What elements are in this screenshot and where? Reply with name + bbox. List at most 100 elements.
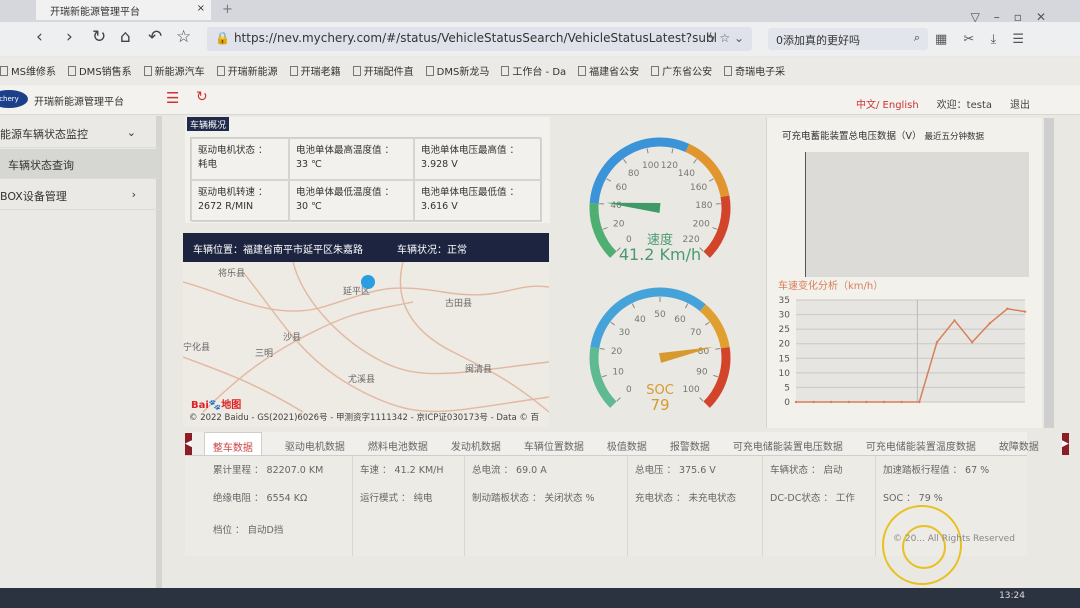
gauge-tick-label: 40 bbox=[634, 315, 646, 325]
data-point bbox=[830, 400, 833, 404]
address-bar[interactable]: 🔒 https://nev.mychery.com/#/status/Vehicl… bbox=[207, 27, 752, 51]
gauge-tick bbox=[606, 178, 612, 182]
voltage-subtitle: 最近五分钟数据 bbox=[924, 132, 985, 142]
bookmarks-bar: MS维修系 DMS销售系 新能源汽车 开瑞新能源 开瑞老籍 开瑞配件直 DMS新龙马 工作台 … bbox=[0, 58, 1080, 84]
gauge-band bbox=[699, 304, 730, 349]
tab-6[interactable]: 报警数据 bbox=[670, 432, 710, 455]
y-tick-label: 30 bbox=[779, 311, 791, 321]
home-icon[interactable]: ⌂ bbox=[120, 27, 131, 47]
refresh-icon[interactable]: ↻ bbox=[196, 89, 208, 105]
cell-value: 2672 R/MIN bbox=[198, 201, 254, 212]
page-icon bbox=[216, 66, 225, 76]
map-label: 将乐县 bbox=[218, 269, 246, 279]
chevron-right-icon: › bbox=[131, 188, 136, 201]
bookmark-item[interactable]: 开瑞配件直 bbox=[352, 63, 414, 84]
vehicle-data-item: 总电流 ： 69.0 A bbox=[472, 465, 547, 476]
sidebar-item-vehicle-monitor[interactable]: 能源车辆状态监控 ⌄ bbox=[0, 118, 160, 148]
tab-7[interactable]: 可充电储能装置电压数据 bbox=[733, 432, 843, 455]
search-icon[interactable]: ⌕ bbox=[914, 31, 920, 45]
gauge-tick bbox=[712, 227, 718, 230]
bookmark-label: MS维修系 bbox=[11, 67, 56, 78]
gauge-tick-label: 180 bbox=[695, 201, 712, 211]
page-icon bbox=[289, 66, 298, 76]
overview-cell: 驱动电机状态 ： 耗电 bbox=[191, 138, 289, 180]
plot-area bbox=[796, 300, 1025, 402]
tab-8[interactable]: 可充电储能装置温度数据 bbox=[866, 432, 976, 455]
cell-label: 电池单体最低温度值 ： bbox=[296, 187, 395, 198]
overview-cell: 电池单体电压最低值 ： 3.616 V bbox=[414, 180, 542, 222]
vehicle-data-item: 加速踏板行程值 ： 67 % bbox=[883, 465, 990, 476]
scrollbar[interactable] bbox=[1044, 118, 1054, 428]
gauge-tick-label: 100 bbox=[683, 385, 700, 395]
language-switch[interactable]: 中文/ English bbox=[856, 96, 919, 111]
welcome-user: 欢迎：testa bbox=[936, 100, 992, 111]
gauge-tick-label: 160 bbox=[690, 183, 707, 193]
voltage-chart-title: 可充电蓄能装置总电压数据（V） 最近五分钟数据 bbox=[782, 128, 984, 142]
bookmark-item[interactable]: 开瑞新能源 bbox=[216, 63, 278, 84]
location-bar: 车辆位置：福建省南平市延平区朱嘉路 车辆状况：正常 bbox=[183, 233, 549, 262]
map-label: 尤溪县 bbox=[348, 375, 376, 385]
gauge-tick bbox=[601, 374, 607, 378]
browser-tools[interactable]: ▦ ✂ ⤓ ☰ bbox=[935, 32, 1030, 47]
tab-scroll-right-icon[interactable]: ▶ bbox=[1061, 433, 1069, 455]
undo-icon[interactable]: ↶ bbox=[148, 27, 162, 47]
gauge-tick-label: 20 bbox=[613, 219, 625, 229]
cell-label: 驱动电机转速 ： bbox=[198, 187, 268, 198]
data-point bbox=[847, 400, 851, 404]
gauge-tick-label: 80 bbox=[628, 169, 640, 179]
sidebar-item-box-devices[interactable]: BOX设备管理 › bbox=[0, 180, 160, 210]
new-tab-button[interactable]: + bbox=[222, 2, 233, 17]
bookmark-label: 广东省公安 bbox=[662, 67, 713, 78]
column-divider bbox=[352, 456, 353, 556]
bookmark-item[interactable]: MS维修系 bbox=[0, 63, 56, 84]
bookmark-item[interactable]: 开瑞老籍 bbox=[289, 63, 341, 84]
bookmark-item[interactable]: 工作台 - Da bbox=[501, 63, 566, 84]
map-copyright: © 2022 Baidu - GS(2021)6026号 - 甲测资字11113… bbox=[189, 413, 540, 423]
logout-button[interactable]: 退出 bbox=[1010, 96, 1030, 111]
browser-tab[interactable]: 开瑞新能源管理平台 × bbox=[36, 0, 211, 20]
vehicle-data-item: 车辆状态 ： 启动 bbox=[770, 465, 843, 476]
gauge-tick bbox=[616, 397, 621, 402]
bookmark-item[interactable]: 新能源汽车 bbox=[143, 63, 205, 84]
bookmark-item[interactable]: DMS销售系 bbox=[67, 63, 132, 84]
clock: 13:24 bbox=[999, 591, 1025, 601]
gauge-tick-label: 40 bbox=[610, 201, 622, 211]
gauge-band bbox=[590, 287, 706, 349]
vehicle-marker-icon[interactable] bbox=[361, 275, 375, 289]
reload-icon[interactable]: ↻ bbox=[92, 27, 106, 47]
tab-1[interactable]: 驱动电机数据 bbox=[285, 432, 345, 455]
tab-5[interactable]: 极值数据 bbox=[607, 432, 647, 455]
close-tab-icon[interactable]: × bbox=[197, 3, 205, 14]
vehicle-data-item: 车速 ： 41.2 KM/H bbox=[360, 465, 444, 476]
tab-2[interactable]: 燃料电池数据 bbox=[368, 432, 428, 455]
y-tick-label: 25 bbox=[779, 325, 790, 335]
star-icon[interactable]: ☆ bbox=[176, 27, 191, 47]
tab-4[interactable]: 车辆位置数据 bbox=[524, 432, 584, 455]
app-title: 开瑞新能源管理平台 bbox=[34, 97, 124, 108]
page-icon bbox=[352, 66, 361, 76]
back-icon[interactable]: ‹ bbox=[36, 27, 43, 47]
bookmark-item[interactable]: DMS新龙马 bbox=[425, 63, 489, 84]
menu-icon[interactable]: ☰ bbox=[166, 89, 179, 107]
bookmark-item[interactable]: 福建省公安 bbox=[578, 63, 639, 84]
cell-label: 电池单体电压最高值 ： bbox=[421, 145, 520, 156]
bookmark-item[interactable]: 奇瑞电子采 bbox=[724, 63, 785, 84]
data-point bbox=[1023, 310, 1027, 313]
map[interactable]: 将乐县 延平区 古田县 沙县 三明 宁化县 尤溪县 闽清县 Bai🐾地图 © 2… bbox=[183, 262, 549, 427]
overview-cell: 电池单体最低温度值 ： 30 ℃ bbox=[289, 180, 414, 222]
bookmark-label: DMS销售系 bbox=[78, 67, 132, 78]
bookmark-item[interactable]: 广东省公安 bbox=[651, 63, 712, 84]
bookmark-star-icon[interactable]: ϟ ☆ ⌄ bbox=[708, 31, 744, 45]
tab-0[interactable]: 整车数据 bbox=[203, 432, 262, 455]
tab-3[interactable]: 发动机数据 bbox=[451, 432, 501, 455]
gauge-tick bbox=[715, 347, 721, 350]
data-point bbox=[900, 400, 903, 404]
gauge-tick-label: 120 bbox=[661, 161, 678, 171]
sidebar-item-vehicle-status[interactable]: 车辆状态查询 bbox=[0, 149, 160, 179]
tab-9[interactable]: 故障数据 bbox=[999, 432, 1039, 455]
forward-icon[interactable]: › bbox=[66, 27, 73, 47]
gauge-value: 41.2 Km/h bbox=[619, 245, 701, 264]
y-tick-label: 15 bbox=[779, 354, 790, 364]
tab-scroll-left-icon[interactable]: ◀ bbox=[185, 433, 192, 455]
search-box[interactable]: 0添加真的更好吗 ⌕ bbox=[768, 28, 928, 50]
